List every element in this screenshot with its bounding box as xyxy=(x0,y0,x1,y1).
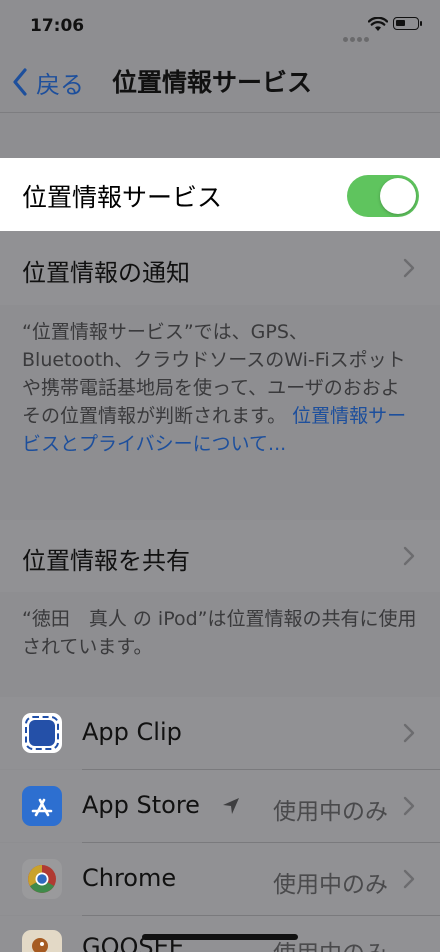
chrome-glyph-icon xyxy=(28,865,56,893)
wifi-icon xyxy=(368,17,388,31)
app-name: App Store xyxy=(82,791,200,819)
status-bar: 17:06 xyxy=(0,0,440,52)
location-services-label: 位置情報サービス xyxy=(22,183,223,212)
location-services-description: “位置情報サービス”では、GPS、Bluetooth、クラウドソースのWi-Fi… xyxy=(22,318,418,458)
share-location-row[interactable]: 位置情報を共有 xyxy=(0,520,440,592)
chevron-right-icon xyxy=(403,796,415,816)
signal-dots-icon xyxy=(343,27,371,46)
app-row-chrome[interactable]: Chrome 使用中のみ xyxy=(0,843,440,915)
location-alerts-row[interactable]: 位置情報の通知 xyxy=(0,231,440,305)
location-arrow-icon xyxy=(223,798,239,814)
goose-glyph-icon xyxy=(32,938,48,952)
app-row-app-clip[interactable]: App Clip xyxy=(0,697,440,769)
app-name: Chrome xyxy=(82,864,177,892)
battery-icon xyxy=(393,17,422,30)
share-location-label: 位置情報を共有 xyxy=(22,547,190,575)
back-button[interactable]: 戻る xyxy=(12,64,84,100)
chevron-right-icon xyxy=(403,258,415,278)
app-row-app-store[interactable]: App Store 使用中のみ xyxy=(0,770,440,842)
chevron-left-icon xyxy=(13,68,27,96)
status-time: 17:06 xyxy=(30,16,85,36)
navigation-bar: 戻る 位置情報サービス xyxy=(0,52,440,113)
goosee-icon xyxy=(22,930,62,952)
page-title: 位置情報サービス xyxy=(112,68,313,97)
location-services-toggle[interactable] xyxy=(347,175,419,217)
app-permission-status: 使用中のみ xyxy=(273,799,388,825)
chevron-right-icon xyxy=(403,546,415,566)
app-clip-icon xyxy=(22,713,62,753)
app-store-icon xyxy=(22,786,62,826)
toggle-knob xyxy=(380,178,416,214)
app-store-glyph-icon xyxy=(31,798,53,817)
chrome-icon xyxy=(22,859,62,899)
app-name: App Clip xyxy=(82,718,182,746)
app-permission-status: 使用中のみ xyxy=(273,872,388,898)
back-label: 戻る xyxy=(36,70,84,99)
home-indicator[interactable] xyxy=(142,934,298,940)
chevron-right-icon xyxy=(403,723,415,743)
location-alerts-label: 位置情報の通知 xyxy=(22,259,190,287)
chevron-right-icon xyxy=(403,869,415,889)
share-location-note: “徳田 真人 の iPod”は位置情報の共有に使用されています。 xyxy=(22,608,417,658)
